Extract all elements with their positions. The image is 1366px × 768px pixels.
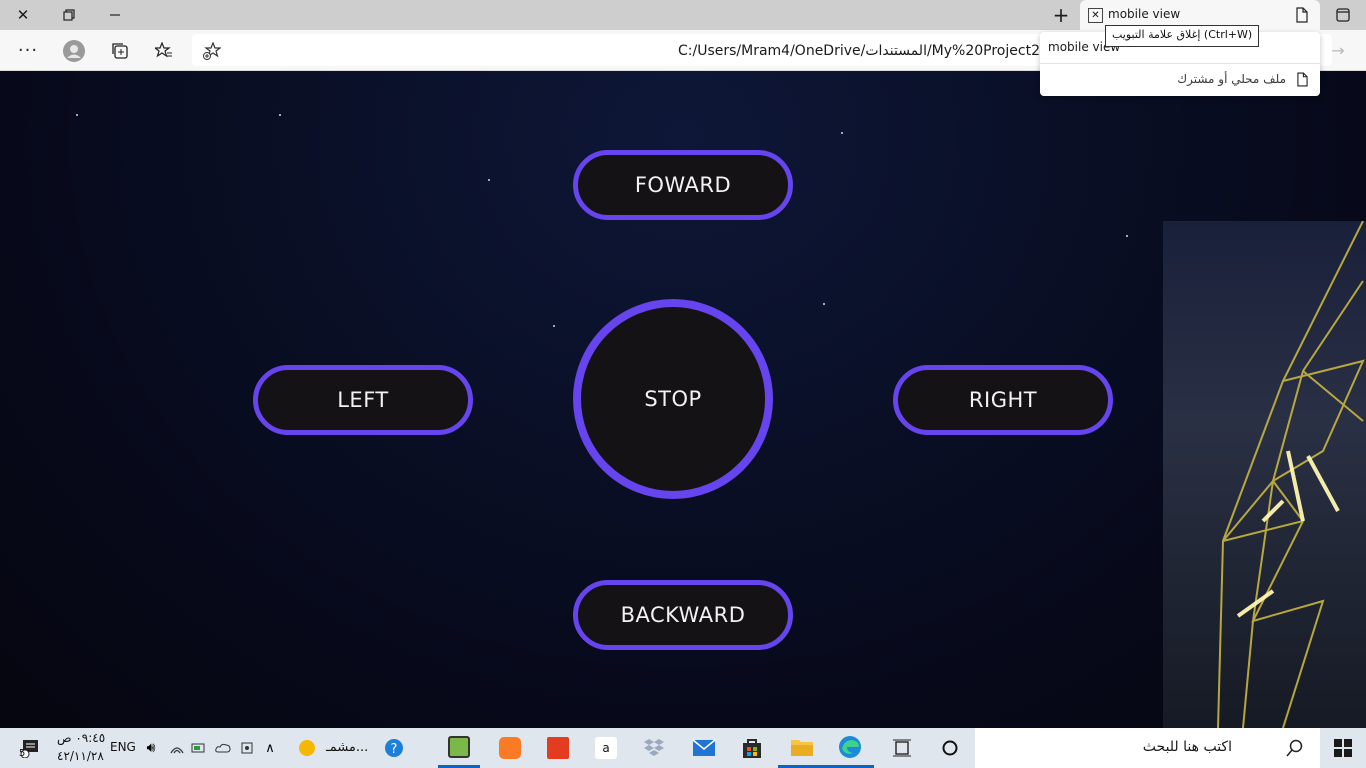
notepad-icon[interactable] [438, 728, 480, 768]
forward-button[interactable]: FOWARD [573, 150, 793, 220]
xampp-icon[interactable] [486, 728, 534, 768]
more-icon[interactable]: ··· [8, 30, 48, 71]
volume-icon[interactable]: 🔊︎ [138, 728, 164, 768]
new-tab-icon[interactable]: + [1038, 0, 1084, 30]
favorites-icon[interactable] [144, 30, 184, 71]
stop-button[interactable]: STOP [573, 299, 773, 499]
minimize-icon[interactable] [92, 0, 138, 30]
search-icon [1275, 728, 1315, 768]
tab-actions-icon[interactable] [1320, 0, 1366, 30]
language-indicator[interactable]: ENG [110, 740, 136, 754]
file-explorer-icon[interactable] [778, 728, 826, 768]
star [76, 114, 78, 116]
dropbox-icon[interactable] [630, 728, 678, 768]
notification-count: 5 [19, 748, 26, 759]
windows-taskbar: 5 ٠٩:٤٥ ص ٤٢/١١/٢٨ ENG 🔊︎ ∧ مشمـ... ? a [0, 728, 1366, 768]
close-window-icon[interactable]: ✕ [0, 0, 46, 30]
star [553, 325, 555, 327]
tray-app-icon[interactable] [236, 728, 258, 768]
edge-icon[interactable] [826, 728, 874, 768]
notification-icon[interactable] [8, 728, 52, 768]
clock-date[interactable]: ٤٢/١١/٢٨ [57, 749, 104, 763]
file-icon [1296, 7, 1308, 23]
restore-icon[interactable] [46, 0, 92, 30]
search-input[interactable]: اكتب هنا للبحث [975, 728, 1320, 768]
search-placeholder: اكتب هنا للبحث [1142, 739, 1232, 755]
star [823, 303, 825, 305]
backward-button[interactable]: BACKWARD [573, 580, 793, 650]
star [279, 114, 281, 116]
store-icon[interactable] [728, 728, 776, 768]
close-tab-tooltip: إغلاق علامة التبويب (Ctrl+W) [1105, 25, 1260, 47]
chevron-up-icon[interactable]: ∧ [258, 728, 282, 768]
tab-close-button[interactable]: ✕ [1088, 8, 1103, 23]
amazon-icon[interactable]: a [582, 728, 630, 768]
star [1126, 235, 1128, 237]
star [488, 179, 490, 181]
add-favorite-icon[interactable] [192, 30, 232, 71]
address-url[interactable]: C:/Users/Mram4/OneDrive/المستندات/My%20P… [678, 43, 1076, 59]
battery-icon[interactable] [188, 728, 210, 768]
left-button[interactable]: LEFT [253, 365, 473, 435]
hover-card-subtitle: ملف محلي أو مشترك [1177, 72, 1286, 86]
divider [1040, 63, 1320, 64]
mail-icon[interactable] [680, 728, 728, 768]
profile-icon[interactable] [54, 30, 94, 71]
wifi-icon[interactable] [164, 728, 190, 768]
cortana-icon[interactable] [926, 728, 974, 768]
lit-tower-image [1217, 221, 1365, 728]
page-content: FOWARD LEFT STOP RIGHT BACKWARD [0, 71, 1366, 728]
svg-text:?: ? [391, 742, 398, 757]
tab-title: mobile view [1108, 7, 1181, 21]
star [841, 132, 843, 134]
windows-start-icon[interactable] [1320, 728, 1366, 768]
weather-label[interactable]: مشمـ... [326, 740, 368, 755]
task-view-icon[interactable] [878, 728, 926, 768]
onedrive-icon[interactable] [212, 728, 234, 768]
forward-arrow-icon[interactable]: → [1318, 30, 1358, 71]
clock-time[interactable]: ٠٩:٤٥ ص [57, 731, 105, 745]
weather-icon[interactable] [292, 728, 322, 768]
help-icon[interactable]: ? [370, 728, 418, 768]
collections-icon[interactable] [100, 30, 140, 71]
office-icon[interactable] [534, 728, 582, 768]
right-button[interactable]: RIGHT [893, 365, 1113, 435]
file-icon [1297, 72, 1308, 87]
